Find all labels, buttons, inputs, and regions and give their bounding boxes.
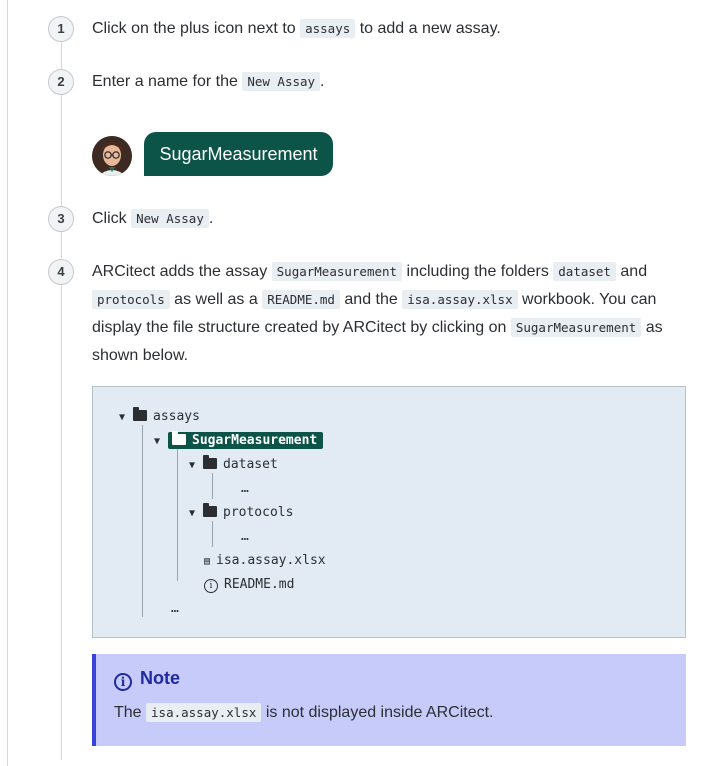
excel-file-icon: ▤ bbox=[204, 556, 211, 567]
info-circle-icon: i bbox=[204, 579, 218, 593]
step-connector bbox=[61, 42, 62, 69]
tree-node-assays[interactable]: ▼ assays bbox=[119, 407, 200, 427]
expand-triangle-icon[interactable]: ▼ bbox=[189, 504, 203, 524]
step-2-text: Enter a name for the New Assay. bbox=[92, 72, 325, 91]
folder-icon bbox=[203, 503, 217, 517]
note-text: The isa.assay.xlsx is not displayed insi… bbox=[114, 703, 494, 722]
note-callout: i Note The isa.assay.xlsx is not displaye… bbox=[92, 654, 686, 746]
tree-guide bbox=[177, 449, 178, 581]
step-number: 3 bbox=[48, 206, 74, 232]
tree-ellipsis: … bbox=[171, 601, 179, 616]
expand-triangle-icon[interactable]: ▼ bbox=[154, 432, 168, 452]
folder-icon bbox=[172, 431, 186, 445]
note-title: i Note bbox=[114, 668, 180, 691]
step-number: 2 bbox=[48, 69, 74, 95]
tree-ellipsis: … bbox=[241, 529, 249, 544]
avatar bbox=[92, 136, 132, 176]
chat-bubble-assay-name: SugarMeasurement bbox=[144, 132, 333, 176]
tree-node-xlsx[interactable]: ▤ isa.assay.xlsx bbox=[204, 551, 326, 571]
expand-triangle-icon[interactable]: ▼ bbox=[189, 456, 203, 476]
tree-node-readme[interactable]: i README.md bbox=[204, 575, 294, 595]
file-tree: ▼ assays ▼ SugarMeasurement ▼ dataset … ▼ pr… bbox=[92, 386, 686, 638]
step-4-text: ARCitect adds the assay SugarMeasurement… bbox=[92, 262, 663, 364]
step-connector bbox=[61, 95, 62, 206]
tree-guide bbox=[212, 473, 213, 499]
folder-icon bbox=[133, 407, 147, 421]
tree-guide bbox=[212, 521, 213, 547]
step-connector bbox=[61, 285, 62, 760]
folder-icon bbox=[203, 455, 217, 469]
info-icon: i bbox=[114, 673, 132, 691]
tree-node-protocols[interactable]: ▼ protocols bbox=[189, 503, 293, 523]
tree-ellipsis: … bbox=[241, 481, 249, 496]
step-3-text: Click New Assay. bbox=[92, 209, 214, 228]
step-1-text: Click on the plus icon next to assays to… bbox=[92, 19, 501, 38]
step-number: 1 bbox=[48, 16, 74, 42]
step-connector bbox=[61, 232, 62, 258]
tree-guide bbox=[142, 425, 143, 617]
tree-node-dataset[interactable]: ▼ dataset bbox=[189, 455, 278, 475]
step-number: 4 bbox=[48, 259, 74, 285]
expand-triangle-icon[interactable]: ▼ bbox=[119, 408, 133, 428]
tree-node-sugarmeasurement[interactable]: ▼ SugarMeasurement bbox=[154, 431, 324, 452]
left-rule bbox=[7, 0, 8, 766]
